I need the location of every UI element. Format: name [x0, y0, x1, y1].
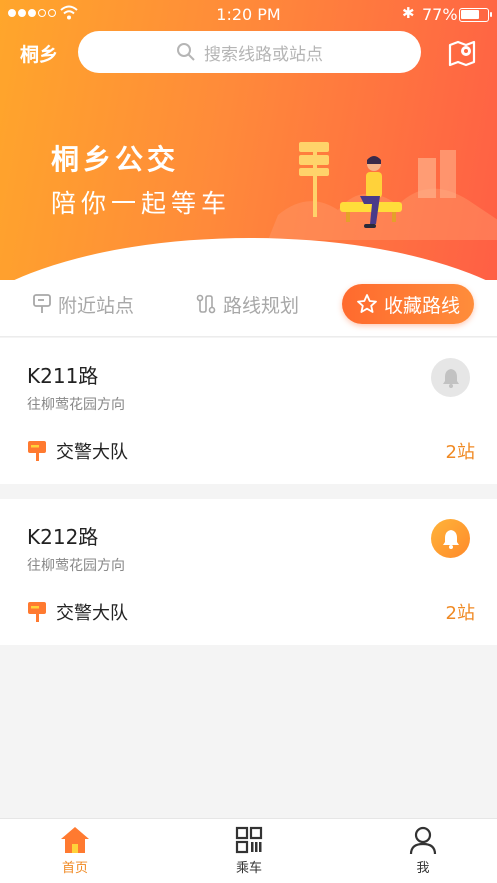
banner-title: 桐乡公交 — [51, 143, 180, 176]
tab-nearby-stops[interactable]: 附近站点 — [32, 284, 134, 324]
stops-away: 2站 — [445, 603, 475, 624]
search-icon — [177, 43, 195, 61]
battery-percent: 77% — [422, 5, 458, 24]
reminder-button[interactable] — [431, 358, 470, 397]
bus-stop-illustration — [268, 142, 497, 240]
home-icon — [61, 827, 89, 853]
route-icon — [196, 294, 216, 314]
stop-name: 交警大队 — [56, 442, 128, 463]
bell-icon — [442, 368, 459, 388]
route-name: K211路 — [27, 364, 99, 388]
city-selector[interactable]: 桐乡 — [20, 40, 58, 67]
nav-label: 乘车 — [235, 861, 262, 876]
map-icon[interactable] — [447, 38, 477, 68]
tab-label: 路线规划 — [223, 294, 300, 317]
nav-ride[interactable]: 乘车 — [209, 825, 289, 876]
qr-code-icon — [235, 826, 263, 854]
route-card[interactable]: K211路 往柳莺花园方向 交警大队 2站 — [0, 338, 497, 484]
bell-icon — [442, 529, 459, 549]
stop-sign-icon — [33, 294, 51, 313]
bluetooth-icon: ✱ — [402, 4, 415, 22]
bus-stop-icon — [28, 602, 46, 622]
reminder-button[interactable] — [431, 519, 470, 558]
nav-profile[interactable]: 我 — [383, 825, 463, 876]
route-card[interactable]: K212路 往柳莺花园方向 交警大队 2站 — [0, 499, 497, 645]
user-icon — [409, 826, 437, 855]
route-direction: 往柳莺花园方向 — [27, 558, 125, 574]
star-icon — [357, 294, 377, 313]
nav-home[interactable]: 首页 — [35, 825, 115, 876]
search-placeholder: 搜索线路或站点 — [204, 44, 323, 65]
nav-label: 首页 — [61, 861, 88, 876]
tab-label: 附近站点 — [58, 294, 135, 317]
battery-icon — [459, 8, 492, 22]
bus-stop-icon — [28, 441, 46, 461]
route-direction: 往柳莺花园方向 — [27, 397, 125, 413]
tab-bar: 附近站点 路线规划 收藏路线 — [0, 280, 497, 337]
tab-favorite-routes[interactable]: 收藏路线 — [342, 284, 474, 324]
stop-name: 交警大队 — [56, 603, 128, 624]
bottom-nav: 首页 乘车 我 — [0, 818, 497, 883]
search-input[interactable]: 搜索线路或站点 — [78, 31, 421, 73]
tab-label: 收藏路线 — [383, 294, 460, 317]
stops-away: 2站 — [445, 442, 475, 463]
hero-curve — [0, 238, 497, 280]
status-bar: 1:20 PM ✱ 77% — [0, 0, 497, 30]
banner-subtitle: 陪你一起等车 — [51, 189, 232, 218]
tab-route-planning[interactable]: 路线规划 — [195, 284, 299, 324]
route-name: K212路 — [27, 525, 99, 549]
nav-label: 我 — [416, 861, 430, 876]
